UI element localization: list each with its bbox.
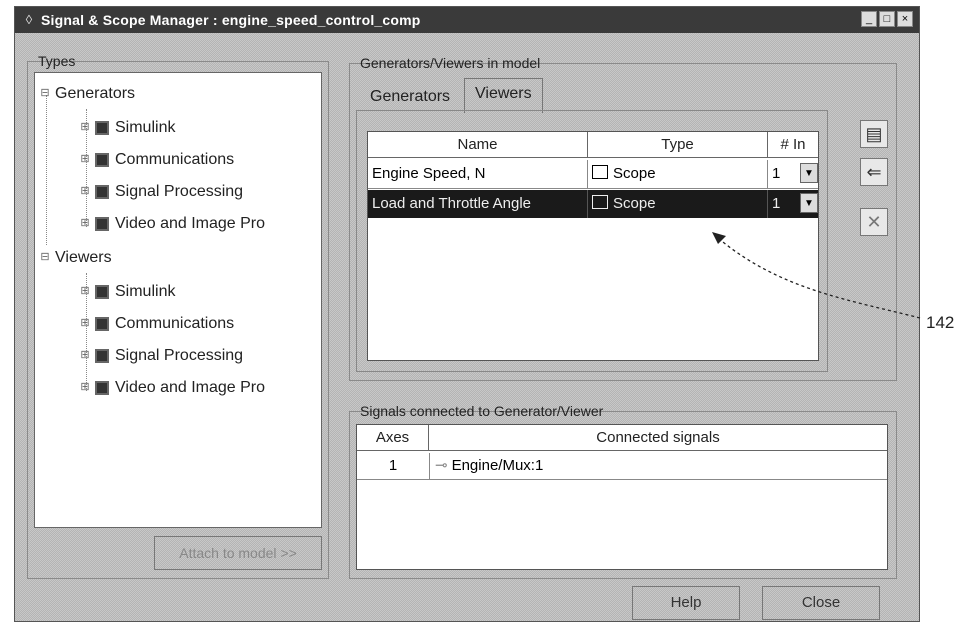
connect-signal-button[interactable]: ⇐ — [860, 158, 888, 186]
tree-node-label: Signal Processing — [115, 183, 244, 200]
expand-icon[interactable]: ⊞ — [79, 218, 91, 230]
delete-button[interactable]: ✕ — [860, 208, 888, 236]
row-signal: ⊸ Engine/Mux:1 — [435, 453, 543, 479]
row-type: Scope — [588, 160, 768, 188]
dropdown-arrow-icon[interactable]: ▼ — [800, 163, 818, 183]
column-header-connected-signals[interactable]: Connected signals — [429, 425, 887, 451]
row-type: Scope — [588, 190, 768, 218]
expand-icon[interactable]: ⊞ — [79, 186, 91, 198]
app-icon: ◊ — [25, 12, 33, 27]
column-header-name[interactable]: Name — [368, 132, 588, 158]
tree-node-generators[interactable]: ⊟ Generators — [39, 85, 135, 103]
tree-node-label: Communications — [115, 151, 235, 168]
window-title: Signal & Scope Manager : engine_speed_co… — [41, 12, 421, 28]
tree-node-generators-communications[interactable]: ⊞ Communications — [79, 151, 234, 169]
column-header-type[interactable]: Type — [588, 132, 768, 158]
row-type-label: Scope — [613, 195, 656, 212]
signals-connected-group: Signals connected to Generator/Viewer Ax… — [349, 403, 897, 579]
viewers-table: Name Type # In Engine Speed, N Scope 1 ▼… — [367, 131, 819, 361]
tree-node-viewers-simulink[interactable]: ⊞ Simulink — [79, 283, 175, 301]
library-icon — [95, 349, 109, 363]
collapse-icon[interactable]: ⊟ — [39, 88, 51, 100]
tree-connector — [46, 95, 47, 245]
tree-node-label: Generators — [55, 85, 136, 102]
tree-node-label: Simulink — [115, 119, 176, 136]
viewers-tab-panel: Name Type # In Engine Speed, N Scope 1 ▼… — [356, 110, 828, 372]
row-axes: 1 — [357, 453, 430, 479]
row-in-value: 1 — [772, 165, 781, 182]
column-header-in[interactable]: # In — [768, 132, 818, 158]
signals-table: Axes Connected signals 1 ⊸ Engine/Mux:1 — [356, 424, 888, 570]
window-controls: _ □ × — [861, 11, 913, 27]
signal-port-icon: ⊸ — [435, 457, 448, 474]
new-viewer-button[interactable]: ▤ — [860, 120, 888, 148]
close-window-button[interactable]: × — [897, 11, 913, 27]
table-row-selected[interactable]: Load and Throttle Angle Scope 1 ▼ — [368, 190, 818, 218]
expand-icon[interactable]: ⊞ — [79, 122, 91, 134]
callout-label: 142 — [926, 313, 955, 332]
collapse-icon[interactable]: ⊟ — [39, 252, 51, 264]
library-icon — [95, 121, 109, 135]
scope-icon — [592, 195, 608, 209]
tree-node-generators-simulink[interactable]: ⊞ Simulink — [79, 119, 175, 137]
table-row[interactable]: 1 ⊸ Engine/Mux:1 — [357, 453, 887, 480]
tree-node-generators-signal-processing[interactable]: ⊞ Signal Processing — [79, 183, 243, 201]
tree-node-label: Video and Image Pro — [115, 379, 266, 396]
tree-node-generators-video-image[interactable]: ⊞ Video and Image Pro — [79, 215, 265, 233]
signals-connected-legend: Signals connected to Generator/Viewer — [360, 403, 604, 419]
signal-scope-manager-window: ◊ Signal & Scope Manager : engine_speed_… — [14, 6, 920, 622]
expand-icon[interactable]: ⊞ — [79, 318, 91, 330]
connect-signal-icon: ⇐ — [866, 162, 882, 182]
maximize-button[interactable]: □ — [879, 11, 895, 27]
scope-icon — [592, 165, 608, 179]
types-legend: Types — [38, 53, 76, 69]
tree-node-viewers-video-image[interactable]: ⊞ Video and Image Pro — [79, 379, 265, 397]
tree-node-viewers-communications[interactable]: ⊞ Communications — [79, 315, 234, 333]
row-name: Engine Speed, N — [368, 160, 588, 188]
library-icon — [95, 217, 109, 231]
minimize-button[interactable]: _ — [861, 11, 877, 27]
tree-node-label: Communications — [115, 315, 235, 332]
delete-icon: ✕ — [866, 212, 882, 232]
tree-node-viewers[interactable]: ⊟ Viewers — [39, 249, 112, 267]
row-type-label: Scope — [613, 165, 656, 182]
tree-node-label: Signal Processing — [115, 347, 244, 364]
row-in-select[interactable]: 1 ▼ — [768, 190, 818, 218]
dropdown-arrow-icon[interactable]: ▼ — [800, 193, 818, 213]
library-icon — [95, 317, 109, 331]
types-group: Types ⊟ Generators ⊞ Simulink ⊞ Communic… — [27, 53, 329, 579]
library-icon — [95, 381, 109, 395]
new-viewer-icon: ▤ — [865, 124, 883, 144]
row-signal-label: Engine/Mux:1 — [451, 457, 544, 474]
expand-icon[interactable]: ⊞ — [79, 382, 91, 394]
tree-node-label: Viewers — [55, 249, 112, 266]
row-name: Load and Throttle Angle — [368, 190, 588, 218]
tree-node-label: Simulink — [115, 283, 176, 300]
column-header-axes[interactable]: Axes — [357, 425, 429, 451]
tab-viewers[interactable]: Viewers — [464, 78, 543, 113]
expand-icon[interactable]: ⊞ — [79, 154, 91, 166]
expand-icon[interactable]: ⊞ — [79, 350, 91, 362]
tree-node-viewers-signal-processing[interactable]: ⊞ Signal Processing — [79, 347, 243, 365]
title-bar: ◊ Signal & Scope Manager : engine_speed_… — [15, 7, 919, 33]
types-tree[interactable]: ⊟ Generators ⊞ Simulink ⊞ Communications… — [34, 72, 322, 528]
library-icon — [95, 285, 109, 299]
generators-viewers-group: Generators/Viewers in model Generators V… — [349, 55, 897, 381]
row-in-select[interactable]: 1 ▼ — [768, 160, 818, 188]
row-in-value: 1 — [772, 195, 781, 212]
attach-to-model-button[interactable]: Attach to model >> — [154, 536, 322, 570]
tab-generators[interactable]: Generators — [360, 82, 460, 112]
library-icon — [95, 185, 109, 199]
library-icon — [95, 153, 109, 167]
expand-icon[interactable]: ⊞ — [79, 286, 91, 298]
table-row[interactable]: Engine Speed, N Scope 1 ▼ — [368, 160, 818, 189]
generators-viewers-legend: Generators/Viewers in model — [360, 55, 541, 71]
help-button[interactable]: Help — [632, 586, 740, 620]
close-button[interactable]: Close — [762, 586, 880, 620]
tree-node-label: Video and Image Pro — [115, 215, 266, 232]
